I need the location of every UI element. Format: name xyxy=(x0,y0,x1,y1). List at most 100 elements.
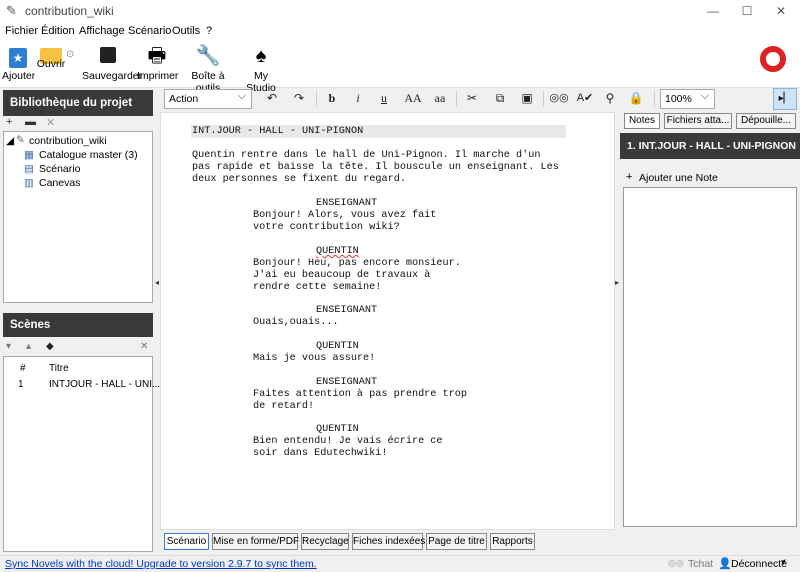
add-note-button[interactable]: Ajouter une Note xyxy=(639,172,718,184)
dialogue-line[interactable]: Mais je vous assure! xyxy=(253,353,375,365)
menu-outils[interactable]: Outils xyxy=(172,25,200,37)
menu-help[interactable]: ? xyxy=(206,25,212,37)
character-name[interactable]: ENSEIGNANT xyxy=(316,377,377,389)
save-icon xyxy=(82,44,134,68)
character-name[interactable]: QUENTIN xyxy=(316,341,359,353)
character-name[interactable]: QUENTIN xyxy=(316,424,359,436)
dialogue-line[interactable]: Bonjour! Alors, vous avez fait xyxy=(253,210,436,222)
character-name[interactable]: ENSEIGNANT xyxy=(316,198,377,210)
dialogue-line[interactable]: Ouais,ouais... xyxy=(253,317,339,329)
dialogue-line[interactable]: rendre cette semaine! xyxy=(253,282,381,294)
bold-button[interactable]: b xyxy=(322,88,342,110)
move-down-icon[interactable]: ▾ xyxy=(6,341,11,352)
style-select[interactable]: Action xyxy=(164,87,252,109)
character-name[interactable]: QUENTIN xyxy=(316,246,359,258)
help-lifebuoy-icon[interactable] xyxy=(760,46,786,72)
tab-mise-en-forme[interactable]: Mise en forme/PDF xyxy=(212,533,299,550)
tree-item-scenario[interactable]: Scénario xyxy=(39,163,80,175)
col-title: Titre xyxy=(49,363,69,374)
lock-icon[interactable]: 🔒 xyxy=(626,88,646,110)
zoom-select[interactable]: 100% xyxy=(660,87,715,109)
uppercase-button[interactable]: AA xyxy=(401,88,425,110)
dialogue-line[interactable]: de retard! xyxy=(253,401,314,413)
minimize-button[interactable]: — xyxy=(696,0,730,22)
dialogue-line[interactable]: Bonjour! Heu, pas encore monsieur. xyxy=(253,258,461,270)
redo-icon[interactable]: ↷ xyxy=(289,88,309,110)
action-line[interactable]: deux personnes se fixent du regard. xyxy=(192,174,406,186)
scene-tools-icon[interactable]: ◆ xyxy=(46,341,54,352)
scenes-header: Scènes xyxy=(3,313,153,337)
tab-notes[interactable]: Notes xyxy=(624,113,660,129)
menu-edition[interactable]: Édition xyxy=(41,25,75,37)
scene-number[interactable]: 1 xyxy=(18,379,24,390)
right-splitter-icon[interactable]: ▸ xyxy=(615,278,619,287)
menu-scenario[interactable]: Scénario xyxy=(128,25,171,37)
add-button[interactable]: ★ Ajouter xyxy=(2,44,35,82)
toolbox-button[interactable]: 🔧 Boîte à outils xyxy=(180,44,236,94)
close-button[interactable]: ✕ xyxy=(764,0,798,22)
recent-icon[interactable]: ⊙ xyxy=(66,49,74,60)
dialogue-line[interactable]: Faites attention à pas prendre trop xyxy=(253,389,467,401)
open-button[interactable]: Ouvrir xyxy=(36,44,66,82)
scenes-toolbar: ▾ ▴ ◆ ✕ xyxy=(4,341,154,355)
tab-depouillement[interactable]: Dépouille... xyxy=(736,113,796,129)
tab-fiches-indexees[interactable]: Fiches indexées xyxy=(352,533,425,550)
delete-scene-icon[interactable]: ✕ xyxy=(140,341,148,352)
move-up-icon[interactable]: ▴ xyxy=(26,341,31,352)
toggle-panel-icon[interactable]: ▸▏ xyxy=(773,88,797,110)
scene-title[interactable]: INTJOUR - HALL - UNI... xyxy=(49,379,160,390)
col-number: # xyxy=(20,363,26,374)
paste-icon[interactable]: ▣ xyxy=(517,88,537,110)
delete-icon[interactable]: ✕ xyxy=(46,116,55,129)
maximize-button[interactable]: ☐ xyxy=(730,0,764,22)
chat-label[interactable]: Tchat xyxy=(688,558,713,570)
dialogue-line[interactable]: J'ai eu beaucoup de travaux à xyxy=(253,270,430,282)
tab-fichiers[interactable]: Fichiers atta... xyxy=(664,113,732,129)
menu-affichage[interactable]: Affichage xyxy=(79,25,125,37)
scene-heading[interactable]: INT.JOUR - HALL - UNI-PIGNON xyxy=(192,126,363,138)
tree-root[interactable]: contribution_wiki xyxy=(29,135,107,147)
tool-icon[interactable]: ⚲ xyxy=(600,88,620,110)
action-line[interactable]: Quentin rentre dans le hall de Uni-Pigno… xyxy=(192,150,540,162)
tree-expand-icon[interactable]: ◢ xyxy=(6,135,14,147)
tab-rapports[interactable]: Rapports xyxy=(490,533,535,550)
title-bar: ✎ contribution_wiki — ☐ ✕ xyxy=(0,0,800,22)
save-button[interactable]: Sauvegarder xyxy=(82,44,142,82)
tree-item-catalog[interactable]: Catalogue master (3) xyxy=(39,149,138,161)
copy-icon[interactable]: ⧉ xyxy=(490,88,510,110)
connection-status[interactable]: Déconnecté xyxy=(731,558,787,570)
print-button[interactable]: 🖶 Imprimer xyxy=(137,44,178,82)
add-icon[interactable]: + xyxy=(6,116,12,128)
lowercase-button[interactable]: aa xyxy=(429,88,451,110)
dialogue-line[interactable]: votre contribution wiki? xyxy=(253,222,400,234)
character-name[interactable]: ENSEIGNANT xyxy=(316,305,377,317)
left-splitter-icon[interactable]: ◂ xyxy=(155,278,159,287)
action-line[interactable]: pas rapide et baisse la tête. Il bouscul… xyxy=(192,162,559,174)
underline-button[interactable]: u xyxy=(374,88,394,110)
separator xyxy=(654,91,655,107)
add-icon: ★ xyxy=(2,44,34,68)
separator xyxy=(543,91,544,107)
script-editor[interactable]: INT.JOUR - HALL - UNI-PIGNON Quentin ren… xyxy=(160,112,615,530)
menu-fichier[interactable]: Fichier xyxy=(5,25,38,37)
italic-button[interactable]: i xyxy=(348,88,368,110)
tab-scenario[interactable]: Scénario xyxy=(164,533,209,550)
catalog-icon: ▦ xyxy=(24,149,34,161)
undo-icon[interactable]: ↶ xyxy=(262,88,282,110)
notes-area[interactable] xyxy=(623,187,797,527)
tree-item-canevas[interactable]: Canevas xyxy=(39,177,80,189)
tab-page-de-titre[interactable]: Page de titre xyxy=(426,533,487,550)
spellcheck-icon[interactable]: A✔ xyxy=(574,88,596,110)
add-icon[interactable]: + xyxy=(626,171,632,183)
wrench-icon: 🔧 xyxy=(195,45,221,67)
menu-bar: Fichier Édition Affichage Scénario Outil… xyxy=(0,22,800,40)
chevron-down-icon[interactable]: ▾ xyxy=(781,557,786,568)
folder-icon[interactable]: ▬ xyxy=(25,116,36,128)
status-bar: Sync Novels with the cloud! Upgrade to v… xyxy=(0,555,800,572)
find-icon[interactable]: ◎◎ xyxy=(548,88,570,110)
dialogue-line[interactable]: Bien entendu! Je vais écrire ce xyxy=(253,436,443,448)
sync-link[interactable]: Sync Novels with the cloud! Upgrade to v… xyxy=(5,558,317,570)
tab-recyclage[interactable]: Recyclage xyxy=(301,533,349,550)
dialogue-line[interactable]: soir dans Edutechwiki! xyxy=(253,448,388,460)
cut-icon[interactable]: ✂ xyxy=(462,88,482,110)
